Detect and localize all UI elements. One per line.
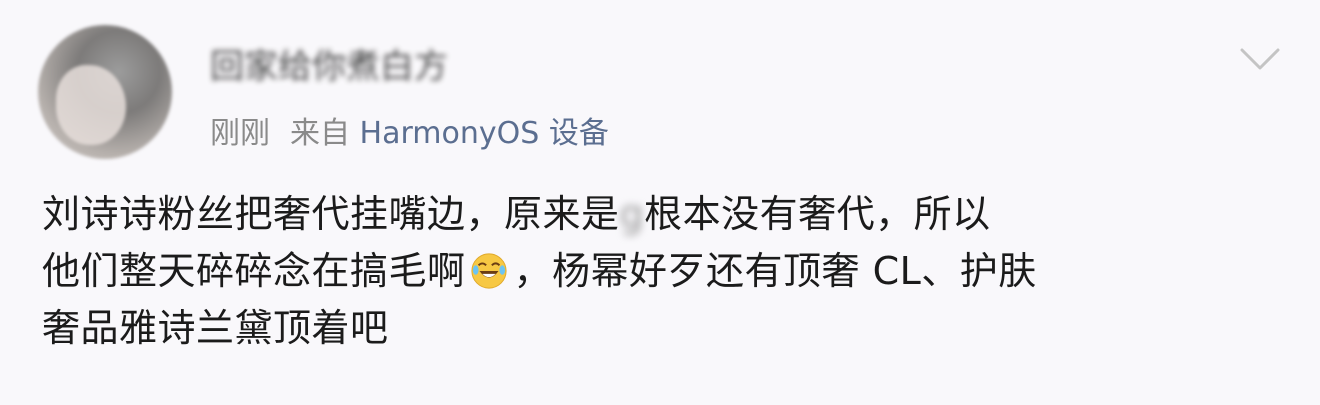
laughing-crying-emoji — [470, 253, 507, 289]
post-time: 刚刚 — [210, 116, 270, 151]
username[interactable]: 回家给你煮白方 — [210, 42, 540, 92]
post-content: 刘诗诗粉丝把奢代挂嘴边，原来是g根本没有奢代，所以 他们整天碎碎念在搞毛啊 ，杨… — [42, 186, 1282, 357]
content-line-3: 奢品雅诗兰黛顶着吧 — [42, 306, 389, 350]
blurred-text: g — [619, 192, 645, 236]
post-meta: 刚刚 来自 HarmonyOS 设备 — [210, 110, 609, 158]
avatar[interactable] — [38, 25, 172, 159]
source-prefix: 来自 — [290, 116, 350, 151]
weibo-post: 回家给你煮白方 刚刚 来自 HarmonyOS 设备 刘诗诗粉丝把奢代挂嘴边，原来… — [0, 0, 1320, 405]
content-line-2: 他们整天碎碎念在搞毛啊 ，杨幂好歹还有顶奢 CL、护肤 — [42, 249, 1037, 293]
source-device[interactable]: HarmonyOS 设备 — [360, 116, 609, 151]
chevron-down-icon[interactable] — [1236, 40, 1284, 80]
content-line-1: 刘诗诗粉丝把奢代挂嘴边，原来是g根本没有奢代，所以 — [42, 192, 991, 236]
